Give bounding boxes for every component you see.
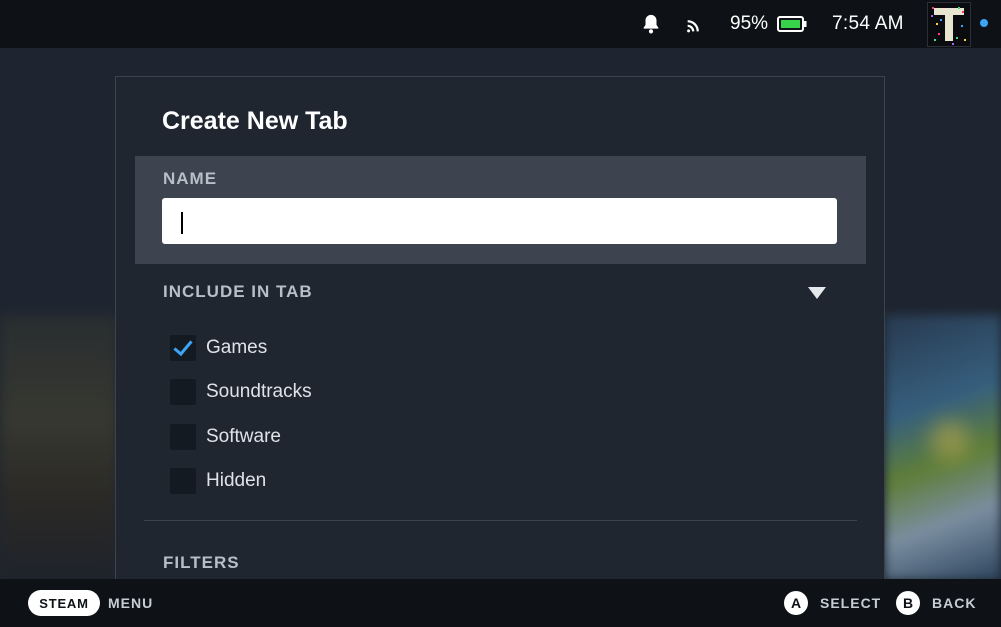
filters-label[interactable]: FILTERS (163, 553, 240, 573)
option-label: Games (206, 337, 268, 358)
option-hidden[interactable]: Hidden (170, 468, 266, 494)
background-left-blur (0, 315, 118, 580)
name-section: NAME (135, 156, 866, 264)
bottom-bar: STEAM MENU A SELECT B BACK (0, 579, 1001, 627)
steam-button[interactable]: STEAM (28, 590, 100, 616)
create-tab-dialog: Create New Tab NAME INCLUDE IN TAB Games… (115, 76, 885, 581)
a-button-icon[interactable]: A (784, 591, 808, 615)
option-label: Software (206, 426, 281, 447)
battery-percent: 95% (730, 13, 769, 34)
status-bar: 95% 7:54 AM (0, 0, 1001, 48)
text-caret (181, 212, 183, 234)
back-label: BACK (932, 595, 977, 611)
option-software[interactable]: Software (170, 424, 281, 450)
name-label: NAME (163, 169, 218, 188)
section-divider (144, 520, 857, 521)
option-games[interactable]: Games (170, 335, 267, 361)
cast-icon (684, 0, 706, 48)
option-label: Soundtracks (206, 381, 312, 402)
software-checkbox[interactable] (170, 424, 196, 450)
clock: 7:54 AM (832, 13, 904, 34)
bell-icon[interactable] (640, 0, 662, 48)
option-label: Hidden (206, 470, 267, 491)
online-status-dot (980, 19, 988, 27)
menu-label: MENU (108, 595, 154, 611)
dialog-title: Create New Tab (162, 107, 348, 135)
checkmark-icon (173, 335, 193, 357)
tab-name-input[interactable] (162, 198, 837, 244)
battery-icon (777, 0, 807, 48)
select-label: SELECT (820, 595, 882, 611)
soundtracks-checkbox[interactable] (170, 379, 196, 405)
background-right-spot (930, 420, 970, 460)
include-in-tab-label[interactable]: INCLUDE IN TAB (163, 282, 313, 302)
games-checkbox[interactable] (170, 335, 196, 361)
hidden-checkbox[interactable] (170, 468, 196, 494)
b-button-icon[interactable]: B (896, 591, 920, 615)
collapse-arrow-icon[interactable] (808, 287, 826, 299)
avatar[interactable] (927, 2, 971, 47)
option-soundtracks[interactable]: Soundtracks (170, 379, 312, 405)
